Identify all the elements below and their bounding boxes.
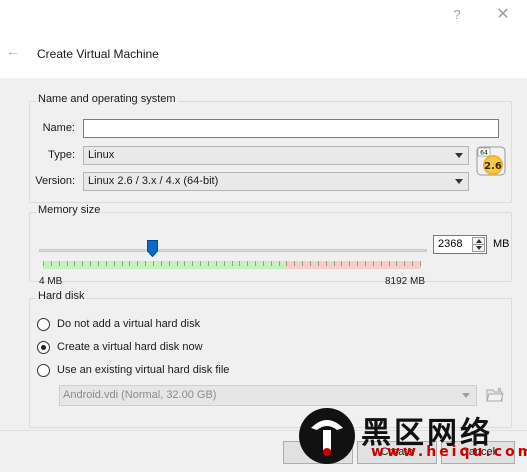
memory-ticks: [43, 261, 421, 266]
radio-no-disk[interactable]: Do not add a virtual hard disk: [37, 316, 200, 332]
memory-unit: MB: [493, 238, 510, 250]
name-os-group-title: Name and operating system: [36, 93, 178, 105]
type-label: Type:: [48, 149, 75, 161]
chevron-down-icon: [455, 179, 463, 184]
memory-spinbox[interactable]: 2368: [433, 235, 487, 254]
spin-down-icon[interactable]: [472, 244, 485, 252]
version-select[interactable]: Linux 2.6 / 3.x / 4.x (64-bit): [83, 172, 469, 191]
name-label: Name:: [42, 122, 75, 134]
chevron-down-icon: [462, 393, 470, 398]
memory-slider-thumb[interactable]: [147, 240, 158, 257]
radio-label: Use an existing virtual hard disk file: [57, 364, 230, 376]
radio-button[interactable]: [37, 317, 50, 331]
back-arrow-icon[interactable]: ←: [6, 43, 24, 59]
close-button[interactable]: ✕: [488, 4, 518, 26]
existing-disk-select: Android.vdi (Normal, 32.00 GB): [59, 385, 477, 406]
dialog-content: Name and operating system Name: Type: Li…: [0, 78, 527, 430]
radio-button[interactable]: [37, 363, 50, 377]
guided-mode-button[interactable]: Gui: [283, 441, 353, 464]
chevron-down-icon: [455, 153, 463, 158]
existing-disk-value: Android.vdi (Normal, 32.00 GB): [63, 389, 217, 401]
folder-open-icon: [486, 387, 504, 402]
name-os-group: Name and operating system Name: Type: Li…: [29, 93, 512, 203]
page-title: Create Virtual Machine: [37, 47, 159, 61]
radio-label: Create a virtual hard disk now: [57, 341, 203, 353]
radio-existing-disk[interactable]: Use an existing virtual hard disk file: [37, 362, 229, 378]
cancel-button[interactable]: Cancel: [441, 441, 515, 464]
type-select[interactable]: Linux: [83, 146, 469, 165]
version-select-value: Linux 2.6 / 3.x / 4.x (64-bit): [88, 175, 219, 187]
os-icon-badge-top: 64: [480, 150, 488, 157]
radio-create-disk[interactable]: Create a virtual hard disk now: [37, 339, 203, 355]
memory-min-label: 4 MB: [39, 276, 63, 287]
memory-group: Memory size 4 MB 8192 MB 2368 MB: [29, 204, 512, 287]
create-button[interactable]: Create: [357, 441, 437, 464]
radio-button[interactable]: [37, 340, 50, 354]
radio-label: Do not add a virtual hard disk: [57, 318, 201, 330]
hard-disk-group-title: Hard disk: [36, 290, 87, 302]
name-input[interactable]: [83, 119, 499, 138]
memory-max-label: 8192 MB: [385, 276, 426, 287]
version-label: Version:: [35, 175, 75, 187]
hard-disk-group: Hard disk Do not add a virtual hard disk…: [29, 290, 512, 428]
os-icon-badge-main: 2.6: [484, 161, 502, 172]
memory-spinbox-value: 2368: [438, 238, 463, 250]
title-bar: ? ✕: [0, 0, 527, 32]
type-select-value: Linux: [88, 149, 115, 161]
help-button[interactable]: ?: [442, 4, 472, 26]
memory-slider-track[interactable]: [39, 249, 427, 252]
linux-os-icon: 64 2.6: [476, 146, 506, 176]
dialog-footer: Gui Create Cancel: [0, 430, 527, 472]
memory-group-title: Memory size: [36, 204, 103, 216]
